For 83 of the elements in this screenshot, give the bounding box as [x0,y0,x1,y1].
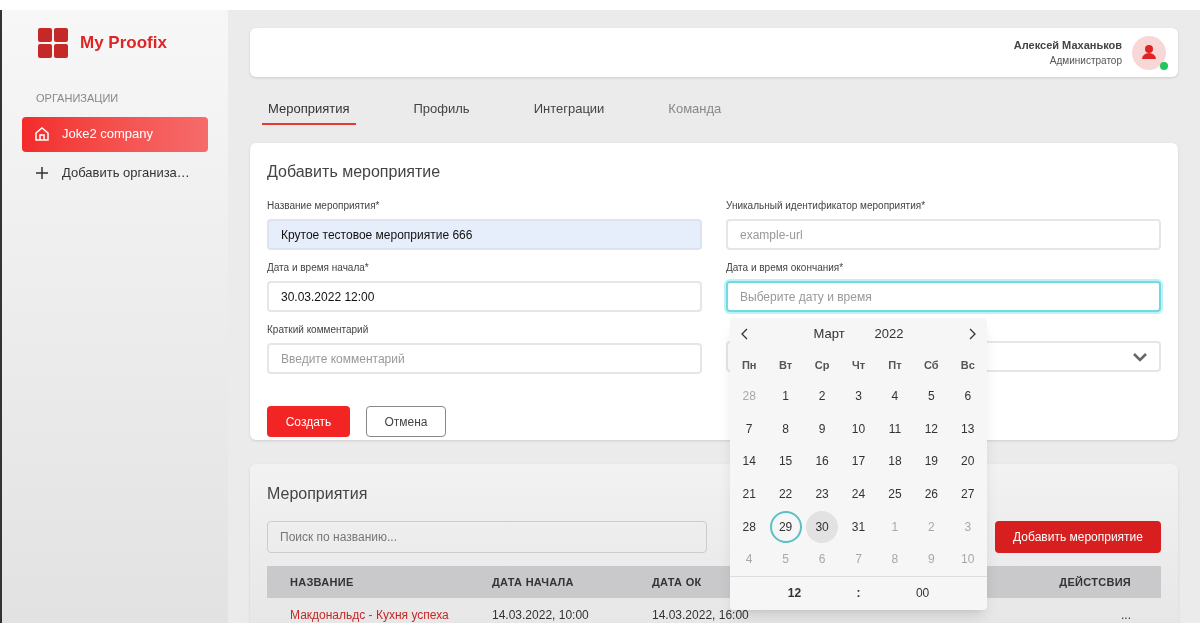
calendar-day[interactable]: 8 [769,412,802,445]
column-header: ДЕЙСТСВИЯ [1059,575,1131,588]
create-button[interactable]: Создать [267,406,350,437]
weekday-label: Пн [741,357,757,373]
calendar-day[interactable]: 12 [915,412,948,445]
weekday-label: Вт [779,357,793,373]
tab[interactable]: Мероприятия [262,95,356,125]
logo-icon [38,28,68,58]
input-field[interactable]: Выберите дату и время [726,281,1161,312]
weekday-label: Пт [888,357,902,373]
time-separator: : [856,585,861,603]
weekday-label: Ср [814,357,830,373]
calendar-day[interactable]: 23 [806,478,839,511]
add-event-button[interactable]: Добавить мероприятие [995,521,1161,553]
calendar-day[interactable]: 10 [842,412,875,445]
field-label: Дата и время окончания* [726,261,845,275]
weekday-label: Чт [851,357,866,373]
calendar-day[interactable]: 30 [806,510,839,543]
calendar-day[interactable]: 13 [951,412,984,445]
calendar-day[interactable]: 26 [915,478,948,511]
field-label: Краткий комментарий [267,323,370,337]
calendar-day[interactable]: 5 [915,380,948,413]
year-label[interactable]: 2022 [874,324,904,344]
calendar-day[interactable]: 7 [733,412,766,445]
calendar-day[interactable]: 27 [951,478,984,511]
calendar-day[interactable]: 17 [842,445,875,478]
table-cell: 14.03.2022, 16:00 [652,608,749,622]
home-icon [34,126,50,142]
section-heading: ОРГАНИЗАЦИИ [35,91,120,106]
calendar-day[interactable]: 3 [842,380,875,413]
calendar-day[interactable]: 14 [733,445,766,478]
section-title: Мероприятия [267,485,368,502]
form-title: Добавить мероприятие [267,162,442,182]
actions-menu[interactable]: ... [1121,608,1131,622]
calendar-day[interactable]: 29 [769,510,802,543]
calendar-day[interactable]: 21 [733,478,766,511]
table-cell: 14.03.2022, 10:00 [492,608,589,622]
calendar-day[interactable]: 24 [842,478,875,511]
sidebar-item[interactable]: Добавить организа… [22,155,208,191]
user-role: Администратор [1049,54,1122,69]
input-field[interactable]: 30.03.2022 12:00 [267,281,702,312]
input-field[interactable]: Введите комментарий [267,343,702,374]
calendar-day[interactable]: 25 [878,478,911,511]
calendar-day[interactable]: 28 [733,510,766,543]
chevron-right-icon[interactable] [969,328,977,340]
calendar-day[interactable]: 9 [806,412,839,445]
event-link[interactable]: Макдональдс - Кухня успеха [290,608,449,622]
column-header: ДАТА НАЧАЛА [492,575,574,588]
app-logo-text: My Proofix [80,32,167,55]
weekday-label: Сб [924,357,939,373]
calendar-day[interactable]: 20 [951,445,984,478]
input-field[interactable]: example-url [726,219,1161,250]
chevron-down-icon [1133,351,1147,362]
tab[interactable]: Интеграции [527,95,611,125]
chevron-left-icon[interactable] [740,328,748,340]
calendar-day[interactable]: 31 [842,510,875,543]
avatar-icon[interactable] [1132,35,1166,70]
sidebar-item[interactable]: Joke2 company [22,116,208,152]
calendar-day[interactable]: 11 [878,412,911,445]
month-label[interactable]: Март [813,324,845,344]
calendar-day[interactable]: 15 [769,445,802,478]
calendar-day[interactable]: 22 [769,478,802,511]
search-field[interactable]: Поиск по названию... [267,521,707,553]
input-field[interactable]: Крутое тестовое мероприятие 666 [267,219,702,250]
user-name: Алексей Маханьков [1013,37,1122,53]
tab[interactable]: Профиль [407,95,476,125]
column-header: ДАТА ОК [652,575,702,588]
calendar-day[interactable]: 4 [878,380,911,413]
calendar-day[interactable]: 16 [806,445,839,478]
plus-icon [34,165,50,181]
field-label: Уникальный идентификатор мероприятия* [726,199,927,213]
calendar-day[interactable]: 1 [769,380,802,413]
hours-value[interactable]: 12 [787,584,802,603]
cancel-button[interactable]: Отмена [366,406,446,437]
column-header: НАЗВАНИЕ [290,575,354,588]
field-label: Название мероприятия* [267,199,381,213]
calendar-day[interactable]: 18 [878,445,911,478]
calendar-day[interactable]: 19 [915,445,948,478]
minutes-value[interactable]: 00 [915,584,930,603]
calendar-day[interactable]: 6 [951,380,984,413]
weekday-label: Вс [960,357,975,373]
calendar-day[interactable]: 2 [806,380,839,413]
field-label: Дата и время начала* [267,261,370,275]
